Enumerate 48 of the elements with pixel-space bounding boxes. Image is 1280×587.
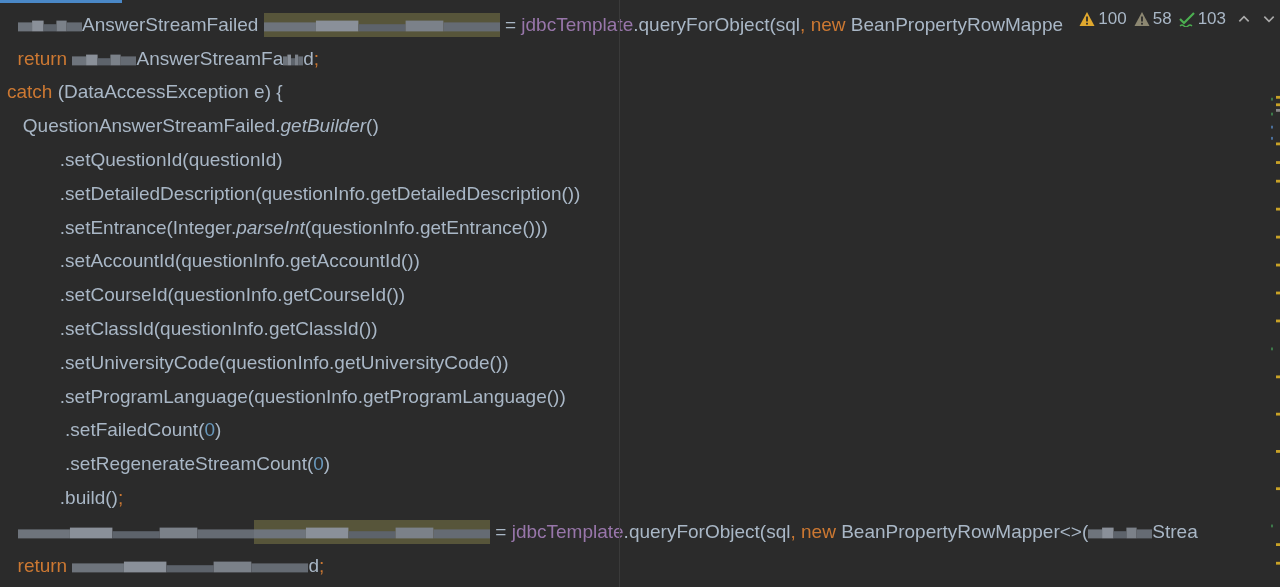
code-text: () (366, 115, 379, 138)
warning-icon (1133, 11, 1150, 27)
code-text: = (503, 13, 517, 36)
field-name: jdbcTemplate (511, 520, 624, 543)
code-text: .setCourseId(questionInfo.getCourseId()) (58, 284, 406, 307)
code-text: AnswerStreamFailed (82, 13, 260, 36)
code-text: (DataAccessException e) { (57, 81, 283, 104)
code-text: .build() (58, 487, 118, 510)
code-text: .setQuestionId(questionId) (58, 149, 283, 172)
keyword-text: return (16, 47, 69, 70)
code-text: .setProgramLanguage(questionInfo.getProgramLanguage()) (58, 385, 566, 408)
code-text: .setClassId(questionInfo.getClassId()) (58, 318, 378, 341)
inspection-counter[interactable]: 100 (1079, 9, 1127, 29)
keyword-text: ; (117, 487, 124, 510)
code-text: ) (323, 453, 331, 476)
inspection-counter[interactable]: 103 (1178, 9, 1226, 29)
code-text: .setAccountId(questionInfo.getAccountId()) (58, 250, 420, 273)
number-literal: 0 (313, 453, 324, 476)
keyword-text: ; (313, 47, 320, 70)
code-text: BeanPropertyRowMappe (850, 13, 1064, 36)
keyword-text: ; (319, 554, 325, 577)
code-text: Strea (1152, 520, 1198, 543)
code-text: .setDetailedDescription(questionInfo.getDetailedDescription()) (58, 182, 581, 205)
inspection-counter[interactable]: 58 (1133, 9, 1172, 29)
code-text: AnswerStreamFa (136, 47, 284, 70)
warning-icon (1079, 11, 1096, 27)
code-text: BeanPropertyRowMapper<>( (841, 520, 1089, 543)
code-text: d (303, 47, 314, 70)
method-name: getBuilder (280, 115, 367, 138)
code-text: .setRegenerateStreamCount( (64, 453, 314, 476)
code-text: ) (215, 419, 222, 442)
keyword-text: , new (790, 520, 837, 543)
code-text: QuestionAnswerStreamFailed. (21, 115, 281, 138)
number-literal: 0 (204, 419, 216, 442)
checkmark-icon (1178, 11, 1195, 27)
keyword-text: , new (800, 13, 847, 36)
keyword-text: return (16, 554, 69, 577)
method-name: parseInt (236, 216, 305, 239)
code-text: .setEntrance(Integer. (58, 216, 237, 239)
code-text: .setUniversityCode(questionInfo.getUniversityCode()) (58, 351, 509, 374)
code-text: d (308, 554, 320, 577)
field-name: jdbcTemplate (521, 13, 634, 36)
code-text: = (494, 520, 508, 543)
code-text: .setFailedCount( (64, 419, 205, 442)
code-text: .queryForObject(sql (633, 13, 801, 36)
code-text: .queryForObject(sql (623, 520, 791, 543)
keyword-text: catch (7, 81, 54, 104)
code-text: (questionInfo.getEntrance())) (304, 216, 548, 239)
